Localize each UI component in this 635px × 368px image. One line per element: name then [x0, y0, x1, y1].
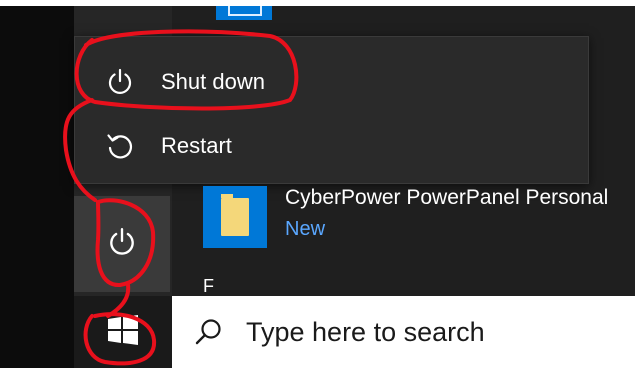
restart-label: Restart: [161, 133, 232, 158]
windows-logo-icon: [106, 313, 140, 352]
shut-down-label: Shut down: [161, 69, 265, 94]
search-icon: [194, 317, 234, 347]
menu-item-shut-down[interactable]: Shut down: [75, 51, 588, 113]
power-menu: Shut down Restart: [74, 36, 589, 184]
search-placeholder: Type here to search: [246, 316, 485, 347]
folder-icon: [203, 186, 267, 248]
app-name: CyberPower PowerPanel Personal: [285, 186, 609, 209]
new-badge: New: [285, 218, 326, 240]
power-button[interactable]: [74, 196, 170, 292]
power-icon: [106, 226, 138, 263]
start-button[interactable]: [74, 296, 172, 368]
power-icon: [105, 67, 165, 97]
app-list-item[interactable]: CyberPower PowerPanel Personal New: [203, 186, 635, 250]
section-letter[interactable]: F: [203, 276, 214, 297]
taskbar-search[interactable]: Type here to search: [172, 296, 635, 368]
restart-icon: [105, 131, 165, 161]
menu-item-restart[interactable]: Restart: [75, 115, 588, 177]
partial-tile: [216, 6, 272, 20]
desktop-edge: [0, 6, 74, 368]
